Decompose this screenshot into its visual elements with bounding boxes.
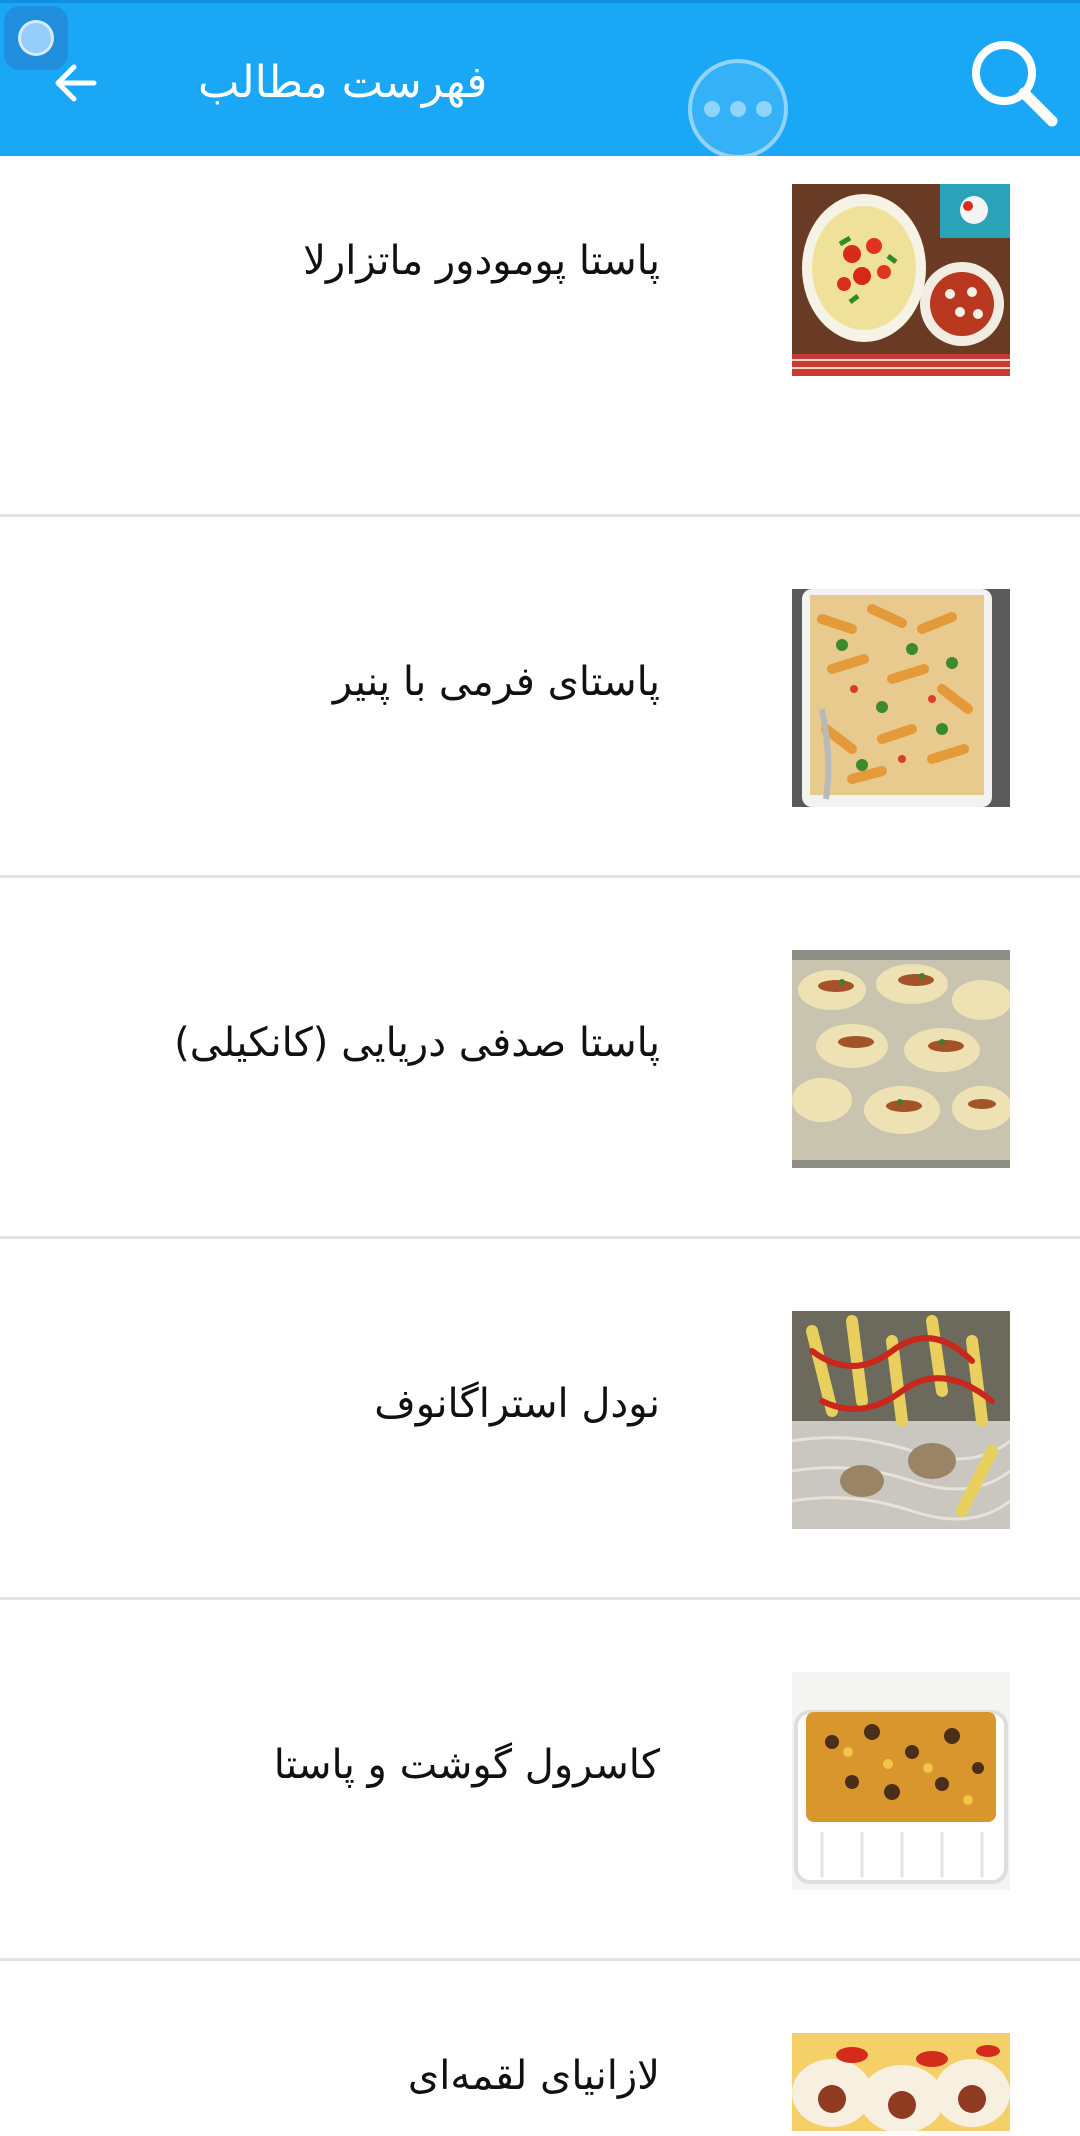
list-item-label: کاسرول گوشت و پاستا [273,1742,660,1788]
baked-pasta-picture [792,589,1010,807]
beef-pasta-casserole-image [792,1672,1010,1890]
lasagna-rolls-image [792,2033,1010,2131]
more-dot [756,101,772,117]
search-icon [972,41,1058,127]
casserole-picture [792,1672,1010,1890]
more-dots-icon [704,101,720,117]
list-item[interactable]: کاسرول گوشت و پاستا [0,1600,1080,1961]
list-item-label: پاستای فرمی با پنیر [332,659,660,705]
stuffed-shells-image [792,950,1010,1168]
list-item[interactable]: پاستا پومودور ماتزارلا [0,156,1080,517]
stuffed-shells-picture [792,950,1010,1168]
list-item[interactable]: پاستای فرمی با پنیر [0,517,1080,878]
recipe-list: پاستا پومودور ماتزارلا پاستای فرمی با پن… [0,156,1080,2131]
list-item-label: لازانیای لقمه‌ای [407,2053,660,2099]
list-item[interactable]: نودل استراگانوف [0,1239,1080,1600]
more-dot [730,101,746,117]
list-item-label: پاستا پومودور ماتزارلا [303,238,660,284]
noodle-stroganoff-image [792,1311,1010,1529]
list-item[interactable]: پاستا صدفی دریایی (کانکیلی) [0,878,1080,1239]
list-item-label: پاستا صدفی دریایی (کانکیلی) [174,1020,660,1066]
app-bar: فهرست مطالب [0,0,1080,159]
page-title: فهرست مطالب [198,57,488,108]
pasta-pomodoro-picture [792,184,1010,376]
pasta-pomodoro-image [792,184,1010,376]
list-item[interactable]: لازانیای لقمه‌ای [0,1961,1080,2131]
more-button[interactable] [688,59,788,159]
baked-pasta-cheese-image [792,589,1010,807]
list-item-label: نودل استراگانوف [374,1381,660,1427]
assistant-icon [18,20,54,56]
noodle-stroganoff-picture [792,1311,1010,1529]
search-button[interactable] [964,33,1064,133]
lasagna-rolls-picture [792,2033,1010,2131]
floating-assistant-bubble[interactable] [4,6,68,70]
